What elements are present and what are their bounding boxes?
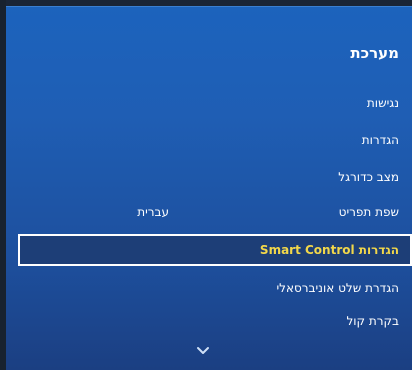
menu-item-label: הגדרת שלט אוניברסאלי <box>276 281 399 295</box>
menu-item-menu-language[interactable]: שפת תפריט עברית <box>19 200 399 224</box>
menu-language-value: עברית <box>137 205 169 219</box>
menu-item-label: נגישות <box>366 96 399 110</box>
chevron-down-icon[interactable] <box>196 346 210 356</box>
menu-item-settings[interactable]: הגדרות <box>19 128 399 152</box>
menu-item-voice-control[interactable]: בקרת קול <box>19 309 399 333</box>
menu-item-label: הגדרות Smart Control <box>259 243 399 257</box>
menu-item-universal-remote[interactable]: הגדרת שלט אוניברסאלי <box>19 276 399 300</box>
menu-item-label: מצב כדורגל <box>338 170 399 184</box>
menu-item-label: בקרת קול <box>346 314 399 328</box>
menu-item-smart-control[interactable]: הגדרות Smart Control <box>18 234 412 266</box>
menu-item-football-mode[interactable]: מצב כדורגל <box>19 165 399 189</box>
tv-settings-screen: מערכת נגישות הגדרות מצב כדורגל שפת תפריט… <box>0 0 412 370</box>
menu-item-label: שפת תפריט <box>338 205 399 219</box>
menu-item-accessibility[interactable]: נגישות <box>19 91 399 115</box>
system-menu-panel: מערכת נגישות הגדרות מצב כדורגל שפת תפריט… <box>6 6 412 370</box>
menu-title: מערכת <box>350 44 399 62</box>
menu-item-label: הגדרות <box>361 133 399 147</box>
